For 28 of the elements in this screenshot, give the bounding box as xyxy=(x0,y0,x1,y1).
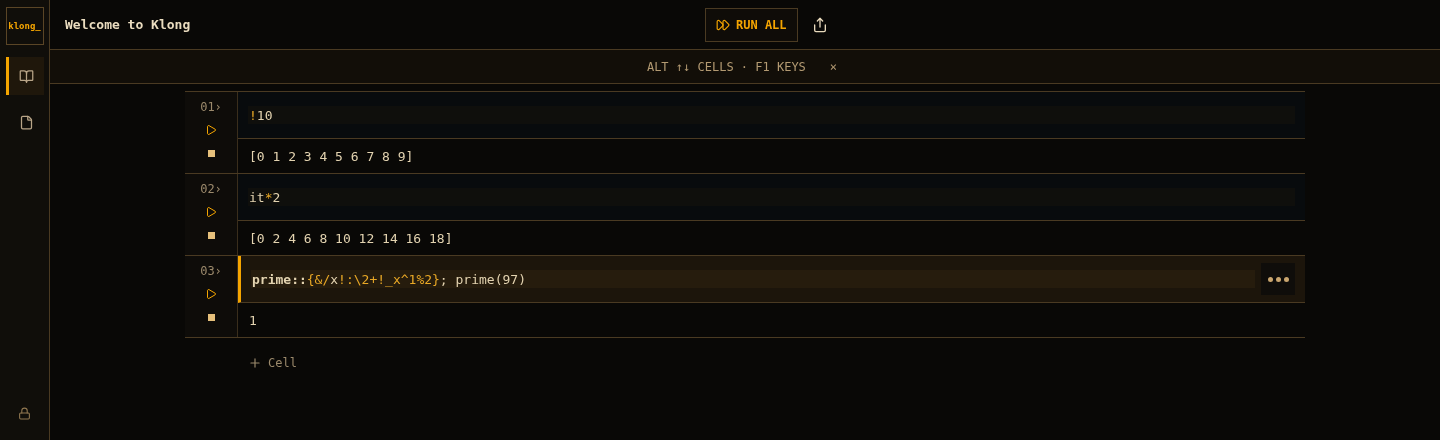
fast-forward-icon xyxy=(716,18,730,32)
logo: klong_ xyxy=(5,7,44,45)
code-editor[interactable]: it*2 xyxy=(238,174,1305,221)
cell-number: 01› xyxy=(199,99,223,116)
play-icon xyxy=(205,288,217,300)
play-icon xyxy=(205,124,217,136)
cell-output: [0 2 4 6 8 10 12 14 16 18] xyxy=(248,229,454,248)
book-icon xyxy=(18,68,34,84)
plus-icon xyxy=(248,356,262,370)
more-button[interactable] xyxy=(1261,263,1295,295)
cell-output: [0 1 2 3 4 5 6 7 8 9] xyxy=(248,147,415,166)
add-cell-button[interactable]: Cell xyxy=(248,356,297,370)
file-icon xyxy=(18,114,34,130)
play-icon xyxy=(205,206,217,218)
close-button[interactable]: × xyxy=(823,58,844,75)
code-editor[interactable]: !10 xyxy=(238,92,1305,139)
lock-icon xyxy=(18,407,31,420)
lock-button[interactable] xyxy=(18,407,31,420)
cell-number: 03› xyxy=(199,263,223,280)
notebook-button[interactable] xyxy=(5,57,44,95)
shortcut-hint: ALT ↑↓ CELLS · F1 KEYS xyxy=(646,59,806,74)
run-all-button[interactable]: RUN ALL xyxy=(705,8,798,42)
cell-number: 02› xyxy=(199,181,223,198)
cell-output: 1 xyxy=(248,311,258,330)
code-editor[interactable]: prime::{&/x!:\2+!_x^1%2}; prime(97) xyxy=(238,256,1305,303)
share-button[interactable] xyxy=(811,17,828,33)
notebook-title: Welcome to Klong xyxy=(65,17,191,32)
share-icon xyxy=(811,17,828,33)
